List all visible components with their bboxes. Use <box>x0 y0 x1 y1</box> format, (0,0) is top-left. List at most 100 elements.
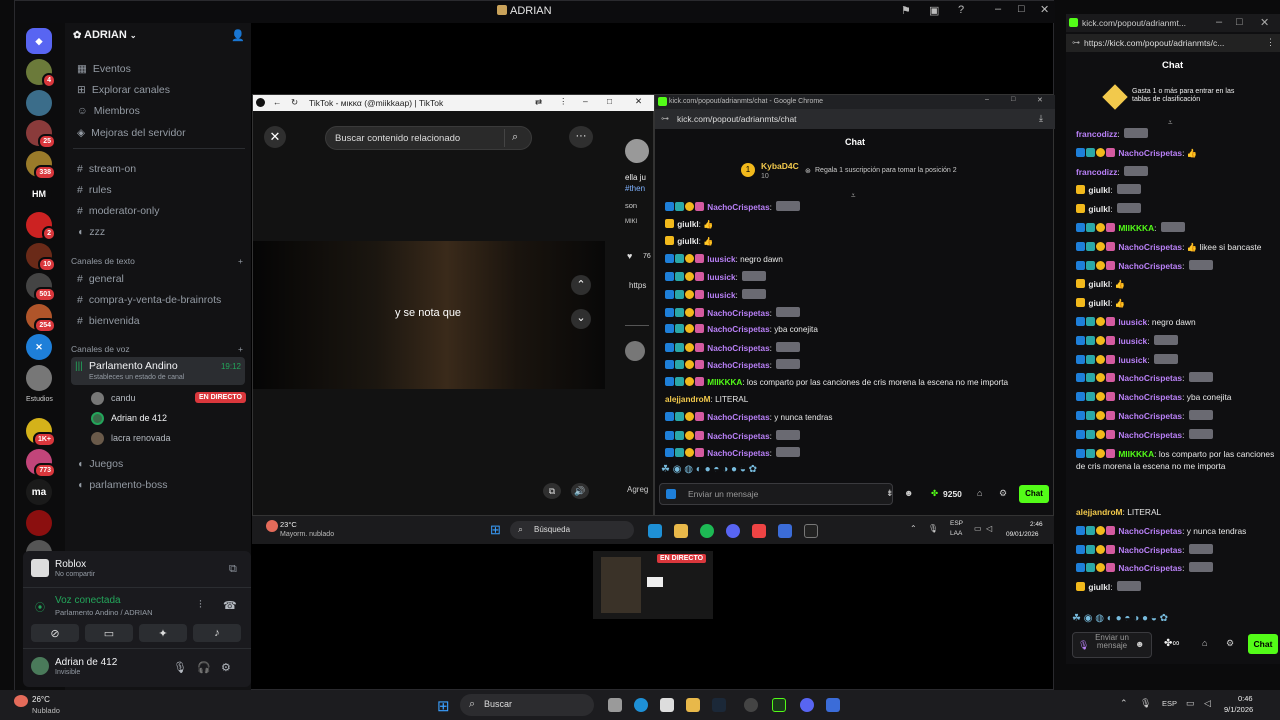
settings-icon[interactable]: ⚙ <box>999 488 1007 499</box>
chat-message[interactable]: NachoCrispetas: y nunca tendras <box>1076 525 1276 537</box>
disconnect-icon[interactable]: ☎ <box>223 599 237 612</box>
chat-username[interactable]: luusick <box>707 291 735 300</box>
screen-icon[interactable]: ▣ <box>929 4 939 17</box>
emoji-icon[interactable]: ☻ <box>1135 639 1144 649</box>
maximize-icon[interactable]: □ <box>1236 16 1243 28</box>
minimize-icon[interactable]: – <box>985 96 989 103</box>
avatar[interactable] <box>625 139 649 163</box>
server-icon[interactable]: 4 <box>26 59 56 88</box>
menu-explore[interactable]: ⊞ Explorar canales <box>73 80 245 100</box>
folder-icon[interactable] <box>686 698 700 712</box>
points-count[interactable]: 9250 <box>943 489 962 499</box>
chat-username[interactable]: MIIKKKA <box>1118 449 1154 459</box>
chat-username[interactable]: giulkl <box>1088 582 1110 592</box>
category-voice[interactable]: Canales de voz + <box>71 344 243 354</box>
minimize-icon[interactable]: – <box>583 96 588 106</box>
windows-start-icon[interactable]: ⊞ <box>490 522 501 538</box>
stream-preview[interactable]: EN DIRECTO <box>593 551 713 619</box>
chat-username[interactable]: luusick <box>707 255 735 264</box>
soundboard-icon[interactable]: ⫶ <box>199 599 202 612</box>
store-icon[interactable]: ⌂ <box>977 488 982 498</box>
mic-icon[interactable]: 🎙 <box>928 524 938 533</box>
close-icon[interactable]: ✕ <box>1260 16 1269 29</box>
windows-start-icon[interactable]: ⊞ <box>437 697 450 715</box>
video-player[interactable]: y se nota que ⌃ ⌄ <box>253 241 605 389</box>
store-icon[interactable]: ⌂ <box>1202 638 1207 648</box>
chat-username[interactable]: francodizz <box>1076 129 1117 139</box>
chat-username[interactable]: giulkl <box>1088 279 1110 289</box>
chat-username[interactable]: NachoCrispetas <box>707 344 769 353</box>
command-icon[interactable]: ⇟ <box>886 488 894 499</box>
volume-icon[interactable]: 🔊 <box>571 483 589 499</box>
server-icon[interactable]: 773 <box>26 449 56 478</box>
add-member-icon[interactable]: 👤 <box>231 29 245 42</box>
pin-icon[interactable]: ⩡ <box>851 191 856 201</box>
tab-title[interactable]: kick.com/popout/adrianmt... <box>1082 18 1186 28</box>
chat-username[interactable]: NachoCrispetas <box>707 203 769 212</box>
tiktok-icon[interactable] <box>804 524 818 538</box>
folder-icon[interactable] <box>674 524 688 538</box>
chat-username[interactable]: NachoCrispetas <box>1118 411 1182 421</box>
menu-boosts[interactable]: ◈ Mejoras del servidor <box>73 123 245 143</box>
chat-message[interactable]: luusick: <box>1076 353 1276 366</box>
volume-icon[interactable]: ◁ <box>986 524 992 533</box>
discord-icon[interactable] <box>800 698 814 712</box>
menu-icon[interactable]: ⋮ <box>1266 37 1275 48</box>
heart-icon[interactable]: ♥ <box>627 251 632 261</box>
category-text[interactable]: Canales de texto + <box>71 256 243 266</box>
add-comment-text[interactable]: Agreg <box>627 485 648 494</box>
tray-chevron-icon[interactable]: ⌃ <box>1120 698 1128 709</box>
channel-bienvenida[interactable]: # bienvenida <box>73 311 245 331</box>
chrome-icon[interactable] <box>752 524 766 538</box>
chat-username[interactable]: NachoCrispetas <box>1118 261 1182 271</box>
chat-username[interactable]: MIIKKKA <box>1118 223 1154 233</box>
mic-icon[interactable]: 🎙 <box>1078 640 1089 651</box>
chat-message[interactable]: NachoCrispetas: 👍 likee si bancaste <box>1076 241 1276 253</box>
kick-app-icon[interactable] <box>772 698 786 712</box>
chat-message[interactable]: giulkl: <box>1076 203 1276 215</box>
tray-chevron-icon[interactable]: ⌃ <box>910 524 917 533</box>
chat-message[interactable]: NachoCrispetas: <box>1076 410 1276 422</box>
chat-message[interactable]: giulkl: 👍 <box>1076 297 1276 309</box>
chat-message[interactable]: NachoCrispetas: <box>665 447 801 458</box>
server-icon[interactable]: 10 <box>26 243 56 272</box>
close-icon[interactable]: ✕ <box>1037 96 1043 104</box>
headphones-icon[interactable]: 🎧 <box>197 661 211 674</box>
chat-username[interactable]: NachoCrispetas <box>707 432 769 441</box>
spotify-icon[interactable] <box>700 524 714 538</box>
chat-message[interactable]: alejjandroM: LITERAL <box>1076 506 1276 518</box>
chat-message[interactable]: francodizz: <box>1076 128 1276 140</box>
avatar[interactable] <box>31 657 49 675</box>
app-icon[interactable] <box>778 524 792 538</box>
chat-username[interactable]: NachoCrispetas <box>707 449 769 458</box>
minimize-icon[interactable]: – <box>1216 16 1222 28</box>
help-icon[interactable]: ? <box>958 4 964 16</box>
chat-username[interactable]: luusick <box>1118 355 1147 365</box>
plus-icon[interactable]: + <box>238 344 243 354</box>
voice-channel-active[interactable]: ||| Parlamento Andino Estableces un esta… <box>71 357 245 385</box>
chat-username[interactable]: alejjandroM <box>665 395 711 404</box>
maximize-icon[interactable]: □ <box>607 96 612 106</box>
language[interactable]: ESP <box>950 520 963 527</box>
channel-juegos[interactable]: ◖ Juegos <box>73 454 245 474</box>
inbox-icon[interactable]: ⚑ <box>901 4 911 17</box>
emote-icons[interactable]: ☘ ◉ ◍ ◐ ● ◓ ◑ ● ◒ ✿ <box>661 464 757 475</box>
search-input[interactable]: ⌕ Buscar <box>460 694 594 716</box>
chat-username[interactable]: NachoCrispetas <box>1118 373 1182 383</box>
chat-message[interactable]: MIIKKKA: los comparto por las canciones … <box>665 377 1008 387</box>
address-bar[interactable]: ⊶ https://kick.com/popout/adrianmts/c...… <box>1066 34 1280 52</box>
server-icon[interactable]: 254 <box>26 304 56 333</box>
server-icon[interactable] <box>26 90 52 116</box>
chat-message[interactable]: NachoCrispetas: y nunca tendras <box>665 412 832 422</box>
message-input[interactable]: Enviar un mensaje ⇟ <box>659 483 894 505</box>
points-icon[interactable]: ✤∞ <box>1164 638 1180 649</box>
search-input[interactable]: Buscar contenido relacionado ⌕ <box>325 126 532 150</box>
language[interactable]: ESP <box>1162 699 1177 708</box>
back-icon[interactable]: ← <box>273 97 282 107</box>
server-label[interactable]: Estudios <box>26 396 53 403</box>
server-icon[interactable]: ✕ <box>26 334 52 360</box>
download-icon[interactable]: ⤓ <box>1039 113 1043 124</box>
store-icon[interactable] <box>660 698 674 712</box>
screen-share-button[interactable]: ▭ <box>85 624 133 642</box>
chat-message[interactable]: NachoCrispetas: yba conejita <box>1076 391 1276 403</box>
